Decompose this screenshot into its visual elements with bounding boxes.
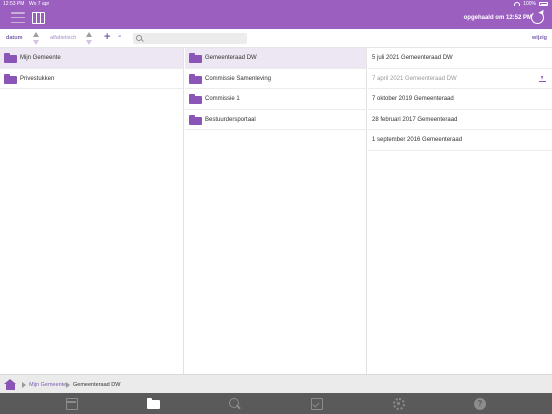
sort-arrows-icon[interactable] (86, 32, 92, 46)
meeting-label: 7 april 2021 Gemeenteraad DW (372, 75, 457, 82)
refresh-icon[interactable] (531, 11, 544, 24)
folder-row-commissie-samenleving[interactable]: Commissie Samenleving (185, 69, 366, 89)
folder-icon (189, 114, 202, 125)
columns-icon[interactable] (32, 12, 45, 24)
folder-icon (189, 73, 202, 84)
breadcrumb: Mijn Gemeente Gemeenteraad DW (0, 374, 552, 393)
add-button[interactable]: + (104, 32, 110, 43)
folder-icon (189, 94, 202, 104)
meeting-label: 5 juli 2021 Gemeenteraad DW (372, 55, 453, 61)
search-tab-icon[interactable] (229, 398, 241, 410)
breadcrumb-item-mijn-gemeente[interactable]: Mijn Gemeente (29, 382, 66, 388)
documents-icon[interactable] (147, 398, 160, 410)
status-indicators: 100% (514, 1, 548, 7)
folder-label: Privestukken (20, 75, 55, 82)
battery-percent: 100% (523, 1, 536, 7)
folder-label: Gemeenteraad DW (205, 55, 257, 61)
folder-icon (189, 53, 202, 63)
folder-icon (4, 53, 17, 63)
folder-label: Mijn Gemeente (20, 55, 61, 61)
folder-column-1: Mijn Gemeente Privestukken (0, 48, 184, 374)
sort-arrows-icon[interactable] (33, 32, 39, 46)
meeting-row[interactable]: 7 april 2021 Gemeenteraad DW (368, 69, 552, 89)
battery-icon (539, 2, 548, 6)
app-header: 12:53 PM Wo 7 apr 100% opgehaald om 12:5… (0, 0, 552, 29)
meeting-column: 5 juli 2021 Gemeenteraad DW 7 april 2021… (368, 48, 552, 374)
meeting-label: 1 september 2016 Gemeenteraad (372, 137, 463, 143)
edit-button[interactable]: wijzig (532, 35, 547, 41)
folder-row-mijn-gemeente[interactable]: Mijn Gemeente (0, 48, 183, 69)
folder-row-gemeenteraad-dw[interactable]: Gemeenteraad DW (185, 48, 366, 69)
fetched-timestamp: opgehaald om 12:52 PM (463, 15, 532, 21)
breadcrumb-item-current: Gemeenteraad DW (73, 382, 121, 388)
meeting-row[interactable]: 1 september 2016 Gemeenteraad (368, 130, 552, 151)
folder-row-bestuurdersportaal[interactable]: Bestuurdersportaal (185, 110, 366, 130)
wifi-icon (514, 2, 521, 6)
help-icon[interactable]: ? (474, 398, 486, 410)
folder-row-commissie-1[interactable]: Commissie 1 (185, 89, 366, 110)
menu-icon[interactable] (11, 12, 25, 23)
sort-alphabetical-button[interactable]: alfabetisch (50, 35, 76, 41)
sort-date-button[interactable]: datum (6, 35, 23, 41)
meeting-row[interactable]: 28 februari 2017 Gemeenteraad (368, 110, 552, 130)
tab-bar: ? (0, 393, 552, 414)
status-time: 12:53 PM (3, 1, 25, 7)
folder-column-2: Gemeenteraad DW Commissie Samenleving Co… (185, 48, 367, 374)
breadcrumb-separator-icon (22, 382, 26, 388)
settings-icon[interactable] (393, 398, 405, 410)
download-icon[interactable] (539, 75, 546, 83)
remove-button[interactable]: - (118, 31, 121, 42)
meeting-row[interactable]: 7 oktober 2019 Gemeenteraad (368, 89, 552, 110)
search-icon (136, 35, 142, 41)
folder-row-privestukken[interactable]: Privestukken (0, 69, 183, 89)
folder-label: Bestuurdersportaal (205, 116, 256, 123)
meeting-row[interactable]: 5 juli 2021 Gemeenteraad DW (368, 48, 552, 69)
folder-label: Commissie Samenleving (205, 75, 272, 82)
folder-label: Commissie 1 (205, 96, 240, 102)
meeting-label: 28 februari 2017 Gemeenteraad (372, 116, 458, 123)
folder-icon (4, 73, 17, 84)
toolbar: datum alfabetisch + - wijzig (0, 29, 552, 48)
status-date: Wo 7 apr (29, 1, 50, 7)
tasks-icon[interactable] (311, 398, 323, 410)
calendar-icon[interactable] (66, 398, 78, 410)
search-input[interactable] (133, 33, 247, 44)
breadcrumb-separator-icon (66, 382, 70, 388)
home-icon[interactable] (4, 379, 17, 390)
meeting-label: 7 oktober 2019 Gemeenteraad (372, 96, 454, 102)
